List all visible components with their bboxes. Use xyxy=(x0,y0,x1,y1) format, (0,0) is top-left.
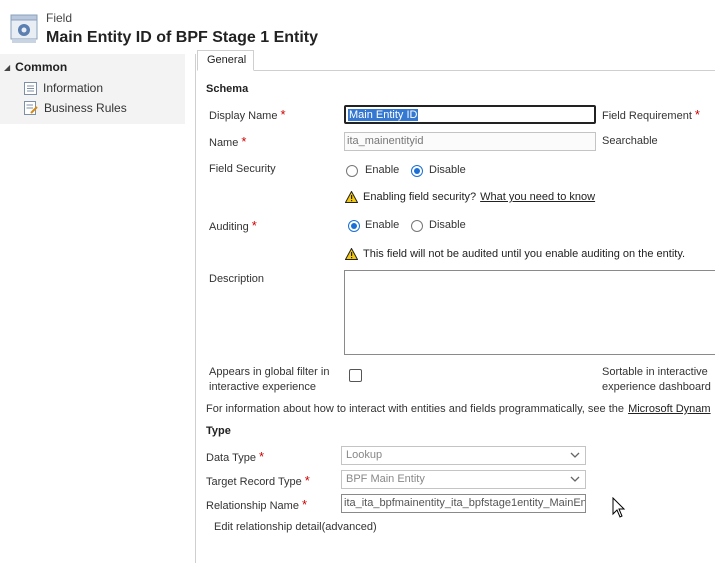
nav-section-label: Common xyxy=(15,60,68,74)
nav-item-information[interactable]: Information xyxy=(24,81,103,95)
name-label: Name * xyxy=(209,134,247,149)
auditing-disable-radio[interactable] xyxy=(411,220,423,232)
field-security-disable-radio[interactable] xyxy=(411,165,423,177)
global-filter-label: Appears in global filter in interactive … xyxy=(209,366,330,393)
business-rules-icon xyxy=(24,101,38,115)
relationship-name-label: Relationship Name * xyxy=(206,497,307,512)
warning-icon xyxy=(345,248,358,260)
auditing-disable-label: Disable xyxy=(429,219,466,231)
field-security-label: Field Security xyxy=(209,163,276,175)
field-security-disable-label: Disable xyxy=(429,164,466,176)
schema-heading: Schema xyxy=(206,83,249,95)
left-navigation: ◢ Common Information Business Rules xyxy=(0,54,185,124)
name-input[interactable]: ita_mainentityid xyxy=(344,132,596,151)
page-title: Main Entity ID of BPF Stage 1 Entity xyxy=(46,29,319,46)
required-marker: * xyxy=(694,107,700,122)
data-type-dropdown[interactable]: Lookup xyxy=(341,446,586,465)
description-label: Description xyxy=(209,273,265,285)
data-type-label: Data Type * xyxy=(206,449,265,464)
required-marker: * xyxy=(241,134,247,149)
tab-general[interactable]: General xyxy=(197,50,254,71)
warning-icon xyxy=(345,191,358,203)
required-marker: * xyxy=(301,497,307,512)
mouse-pointer-icon xyxy=(612,497,626,518)
info-text: For information about how to interact wi… xyxy=(206,403,711,415)
chevron-down-icon xyxy=(570,452,580,458)
edit-relationship-link[interactable]: Edit relationship detail(advanced) xyxy=(214,521,377,533)
auditing-enable-radio[interactable] xyxy=(348,220,360,232)
target-record-type-label: Target Record Type * xyxy=(206,473,310,488)
nav-item-business-rules[interactable]: Business Rules xyxy=(24,101,127,115)
microsoft-dynamics-link[interactable]: Microsoft Dynam xyxy=(628,403,711,415)
auditing-enable-label: Enable xyxy=(365,219,400,231)
panel-divider xyxy=(195,54,196,563)
nav-item-label: Business Rules xyxy=(44,101,127,115)
information-icon xyxy=(24,81,37,95)
searchable-label: Searchable xyxy=(602,135,658,147)
global-filter-checkbox[interactable] xyxy=(349,369,362,382)
display-name-input[interactable]: Main Entity ID xyxy=(344,105,596,124)
required-marker: * xyxy=(251,218,257,233)
chevron-down-icon xyxy=(570,476,580,482)
field-requirement-label: Field Requirement * xyxy=(602,107,700,122)
required-marker: * xyxy=(304,473,310,488)
description-textarea[interactable] xyxy=(344,270,715,355)
required-marker: * xyxy=(280,107,286,122)
data-type-value: Lookup xyxy=(346,449,383,461)
display-name-value: Main Entity ID xyxy=(348,109,419,121)
nav-section-common[interactable]: ◢ Common xyxy=(4,60,67,74)
field-security-warning: Enabling field security? What you need t… xyxy=(345,191,595,203)
nav-item-label: Information xyxy=(43,81,104,95)
field-security-enable-label: Enable xyxy=(365,164,400,176)
collapse-triangle-icon[interactable]: ◢ xyxy=(4,63,10,72)
sortable-label: Sortable in interactive experience dashb… xyxy=(602,366,711,393)
what-you-need-to-know-link[interactable]: What you need to know xyxy=(480,191,595,203)
auditing-warning: This field will not be audited until you… xyxy=(345,248,685,260)
page-subtitle: Field xyxy=(46,11,73,25)
type-heading: Type xyxy=(206,425,231,437)
required-marker: * xyxy=(258,449,265,464)
relationship-name-input[interactable]: ita_ita_bpfmainentity_ita_bpfstage1entit… xyxy=(341,494,586,513)
target-record-type-value: BPF Main Entity xyxy=(346,473,425,485)
auditing-label: Auditing * xyxy=(209,218,257,233)
field-security-enable-radio[interactable] xyxy=(346,165,358,177)
tab-underline xyxy=(253,70,715,71)
display-name-label: Display Name * xyxy=(209,107,286,122)
target-record-type-dropdown[interactable]: BPF Main Entity xyxy=(341,470,586,489)
field-entity-icon xyxy=(10,14,38,44)
